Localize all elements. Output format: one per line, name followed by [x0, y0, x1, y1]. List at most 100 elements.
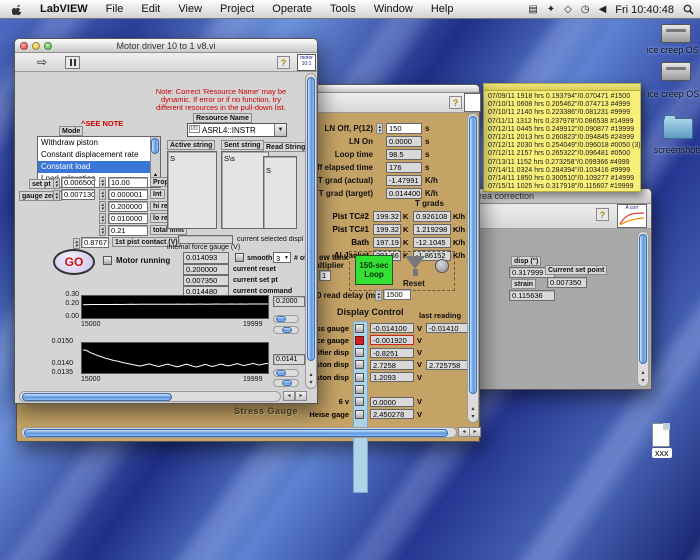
- pause-button[interactable]: [65, 56, 80, 69]
- status-led[interactable]: [435, 259, 449, 273]
- zoom-button[interactable]: [44, 42, 52, 50]
- drive-icon-ice-creep-osx[interactable]: [661, 24, 691, 43]
- chart1-y-scale-slider[interactable]: [273, 326, 299, 334]
- scroll-right-icon[interactable]: ▸: [295, 391, 307, 401]
- window-title[interactable]: Motor driver 10 to 1 v8.vi: [15, 39, 317, 53]
- help-button[interactable]: ?: [449, 96, 462, 109]
- mode-item[interactable]: Withdraw piston: [38, 137, 160, 149]
- menu-item[interactable]: File: [97, 3, 133, 15]
- chart2-x-scale-slider[interactable]: [273, 369, 299, 377]
- set-pt-value[interactable]: 0.006500: [61, 177, 95, 188]
- front-horizontal-scrollbar[interactable]: [19, 391, 281, 402]
- display-checkbox[interactable]: [355, 397, 364, 407]
- gauge-zero-value[interactable]: 0.007130: [61, 189, 95, 200]
- minimize-button[interactable]: [32, 42, 40, 50]
- display-checkbox[interactable]: [355, 360, 364, 370]
- scroll-left-icon[interactable]: ◂: [283, 391, 295, 401]
- pid-value[interactable]: 10.00: [108, 177, 148, 188]
- stepper[interactable]: ▴ ▾: [99, 213, 106, 224]
- airport-icon[interactable]: ◇: [564, 0, 572, 19]
- loop-150sec-button[interactable]: 150-sec Loop: [355, 255, 393, 285]
- temp-horizontal-scrollbar[interactable]: [21, 427, 457, 438]
- tank-multiplier-value[interactable]: 1: [319, 270, 331, 281]
- display-checkbox[interactable]: [355, 409, 364, 419]
- scroll-down-icon[interactable]: ▾: [306, 379, 316, 386]
- dropdown-arrow-icon[interactable]: ▼: [274, 124, 286, 136]
- menu-item[interactable]: Edit: [132, 3, 169, 15]
- drive-icon-ice-creep-os9[interactable]: [661, 62, 691, 81]
- desktop-icon-label[interactable]: screenshots: [638, 145, 700, 155]
- menu-item[interactable]: Help: [422, 3, 463, 15]
- apple-menu[interactable]: [0, 3, 31, 16]
- motor-running-checkbox[interactable]: [103, 256, 112, 265]
- front-vertical-scrollbar[interactable]: ▴ ▾: [305, 73, 317, 389]
- scroll-down-icon[interactable]: ▾: [638, 377, 648, 384]
- area-vertical-scrollbar[interactable]: ▴ ▾: [637, 231, 649, 387]
- desktop-icon-label[interactable]: ice creep OS 9: [637, 89, 700, 99]
- stepper[interactable]: ▴ ▾: [376, 123, 383, 134]
- menu-clock[interactable]: Fri 10:40:48: [615, 4, 674, 16]
- stepper[interactable]: ▴ ▾: [53, 178, 60, 189]
- folder-icon-screenshots[interactable]: [663, 115, 693, 139]
- sticky-note[interactable]: 07/09/11 1918 hrs 0.193794"/0.070471 #15…: [483, 83, 641, 192]
- scroll-up-icon[interactable]: ▴: [638, 369, 648, 376]
- binoculars-icon[interactable]: ✦: [547, 0, 555, 19]
- display-checkbox[interactable]: [355, 348, 364, 358]
- display-checkbox[interactable]: [355, 323, 364, 333]
- funnel-icon[interactable]: [405, 256, 425, 269]
- stepper[interactable]: ▴ ▾: [99, 201, 106, 212]
- go-button[interactable]: GO: [53, 249, 95, 275]
- smooth-checkbox[interactable]: [235, 253, 244, 262]
- menu-item[interactable]: Operate: [263, 3, 321, 15]
- pist-contact-value[interactable]: 0.8767: [81, 237, 109, 248]
- stepper[interactable]: ▴ ▾: [99, 225, 106, 236]
- scroll-right-icon[interactable]: ▸: [469, 427, 481, 437]
- help-button[interactable]: ?: [596, 208, 609, 221]
- stepper[interactable]: ▴ ▾: [53, 190, 60, 201]
- menu-item[interactable]: View: [169, 3, 211, 15]
- scroll-down-icon[interactable]: ▾: [468, 413, 478, 420]
- stepper[interactable]: ▴ ▾: [99, 189, 106, 200]
- resource-name-dropdown[interactable]: I/O ASRL4::INSTR ▼: [187, 123, 287, 137]
- stepper[interactable]: ▴ ▾: [99, 177, 106, 188]
- close-button[interactable]: [20, 42, 28, 50]
- menu-item[interactable]: Window: [365, 3, 422, 15]
- temp-vertical-scrollbar[interactable]: ▴ ▾: [467, 113, 479, 423]
- mode-scrollbar-thumb[interactable]: [151, 138, 159, 154]
- scroll-up-icon[interactable]: ▴: [468, 405, 478, 412]
- pid-value[interactable]: 0.000001: [108, 189, 148, 200]
- volume-icon[interactable]: ◀: [599, 0, 607, 19]
- spotlight-icon[interactable]: [683, 4, 694, 15]
- pid-value[interactable]: 0.200000: [108, 201, 148, 212]
- menu-item[interactable]: Tools: [321, 3, 365, 15]
- chart2-y-scale-slider[interactable]: [273, 379, 299, 387]
- num-pts-dropdown[interactable]: 3 ▼: [273, 252, 291, 263]
- chart1-x-scale-slider[interactable]: [273, 315, 299, 323]
- menu-item[interactable]: LabVIEW: [31, 3, 97, 15]
- display-checkbox[interactable]: [355, 335, 364, 345]
- run-button[interactable]: ⇨: [37, 55, 47, 69]
- mode-item[interactable]: Constant displacement rate: [38, 149, 160, 161]
- document-icon-xxx[interactable]: [652, 423, 670, 447]
- menu-item[interactable]: Project: [211, 3, 263, 15]
- displays-icon[interactable]: ▤: [528, 0, 537, 19]
- temp-hscrollbar-thumb[interactable]: [24, 429, 448, 437]
- stepper[interactable]: ▴ ▾: [73, 238, 80, 249]
- stepper[interactable]: ▴ ▾: [375, 290, 382, 301]
- read-delay-value[interactable]: 1500: [383, 289, 411, 300]
- temp-vscrollbar-thumb[interactable]: [469, 116, 477, 394]
- scroll-up-icon[interactable]: ▴: [306, 371, 316, 378]
- pid-value[interactable]: 0.010000: [108, 213, 148, 224]
- pid-value[interactable]: 0.21: [108, 225, 148, 236]
- desktop-icon-label[interactable]: xxx: [652, 448, 672, 458]
- area-scrollbar-thumb[interactable]: [639, 234, 647, 364]
- front-vscrollbar-thumb[interactable]: [307, 77, 315, 361]
- mode-item[interactable]: Constant load: [38, 161, 160, 173]
- help-button[interactable]: ?: [277, 56, 290, 69]
- display-checkbox[interactable]: [355, 372, 364, 382]
- sticky-note-titlebar[interactable]: [484, 84, 640, 91]
- display-checkbox[interactable]: [355, 384, 364, 394]
- front-hscrollbar-thumb[interactable]: [22, 393, 172, 401]
- clock-icon[interactable]: ◷: [581, 0, 590, 19]
- desktop-icon-label[interactable]: ice creep OS X: [637, 45, 700, 55]
